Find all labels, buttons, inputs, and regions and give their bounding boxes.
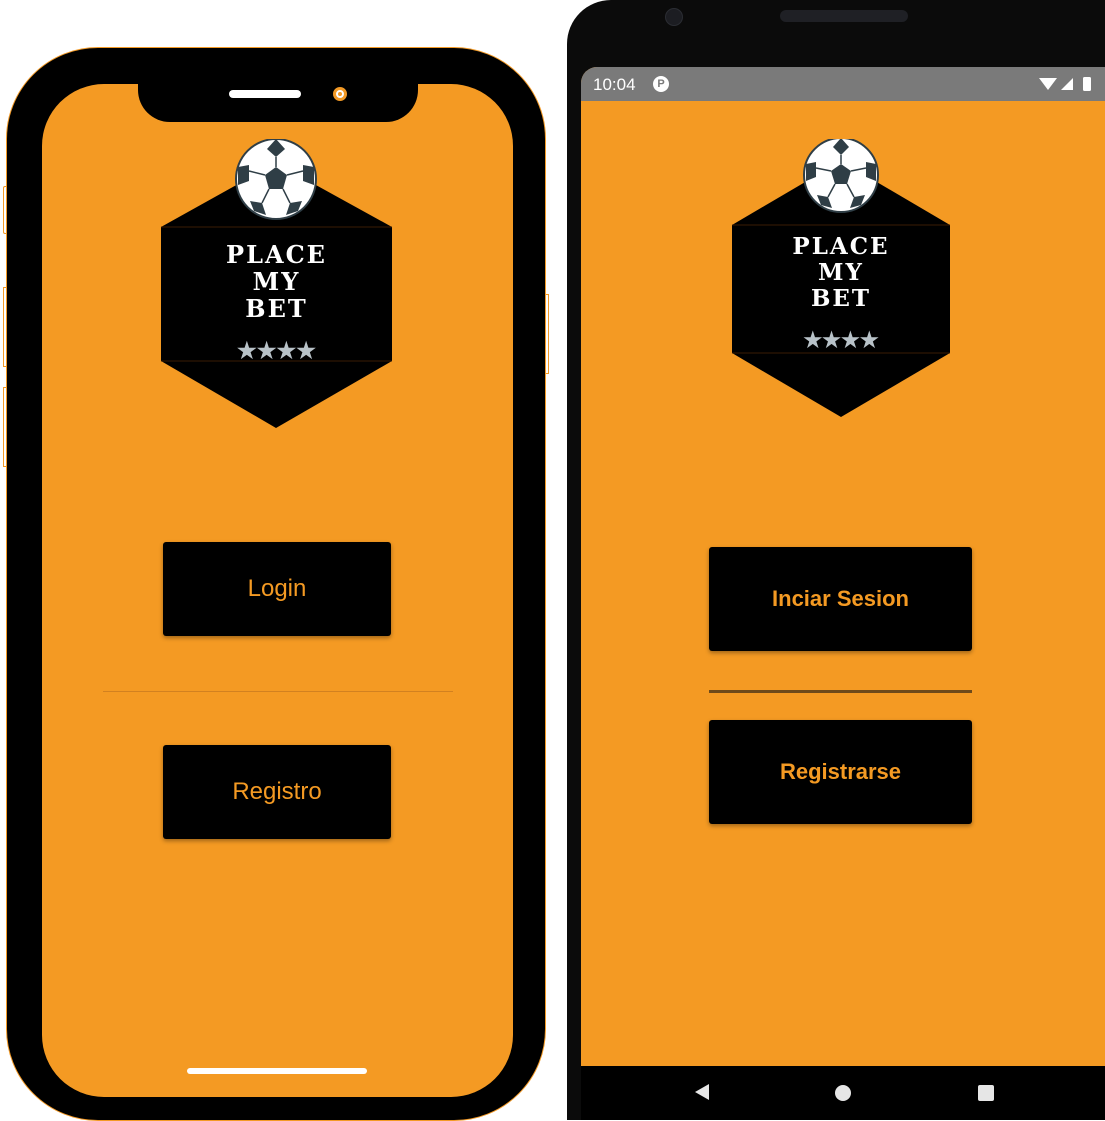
iphone-camera-icon <box>333 87 347 101</box>
android-speaker <box>780 10 908 22</box>
android-nav-bar <box>581 1066 1105 1120</box>
signal-icon <box>1061 78 1073 90</box>
android-app-logo: PLACE MY BET ★★★★ <box>731 139 951 419</box>
notification-app-icon: P <box>653 76 669 92</box>
login-button[interactable]: Login <box>163 542 391 636</box>
divider <box>709 690 972 693</box>
sign-in-button[interactable]: Inciar Sesion <box>709 547 972 651</box>
logo-text-line-3: BET <box>810 285 872 312</box>
logo-text-line-1: PLACE <box>226 240 327 269</box>
iphone-speaker <box>229 90 301 98</box>
register-button[interactable]: Registro <box>163 745 391 839</box>
soccer-ball-icon <box>235 139 317 220</box>
logo-stars: ★★★★ <box>803 327 879 352</box>
ios-app-logo: PLACE MY BET ★★★★ <box>160 139 393 429</box>
status-icons <box>1039 77 1091 91</box>
android-screen: 10:04 P PLACE MY BET ★★★★ Inciar Sesion … <box>581 67 1105 1066</box>
status-bar: 10:04 P <box>581 67 1105 101</box>
android-frame: 10:04 P PLACE MY BET ★★★★ Inciar Sesion … <box>567 0 1105 1120</box>
logo-text-line-2: MY <box>252 267 301 296</box>
wifi-icon <box>1039 78 1057 90</box>
logo-text-line-2: MY <box>818 259 864 286</box>
logo-text-line-3: BET <box>245 294 308 323</box>
status-time: 10:04 <box>593 75 636 94</box>
battery-icon <box>1083 77 1091 91</box>
android-camera-icon <box>665 8 683 26</box>
logo-text-line-1: PLACE <box>792 233 890 260</box>
back-icon[interactable] <box>695 1084 709 1100</box>
soccer-ball-icon <box>803 139 879 213</box>
home-indicator[interactable] <box>187 1068 367 1074</box>
recents-icon[interactable] <box>978 1085 994 1101</box>
logo-stars: ★★★★ <box>237 338 316 364</box>
home-icon[interactable] <box>835 1085 851 1101</box>
sign-up-button[interactable]: Registrarse <box>709 720 972 824</box>
divider <box>103 691 453 692</box>
iphone-notch <box>138 83 418 122</box>
